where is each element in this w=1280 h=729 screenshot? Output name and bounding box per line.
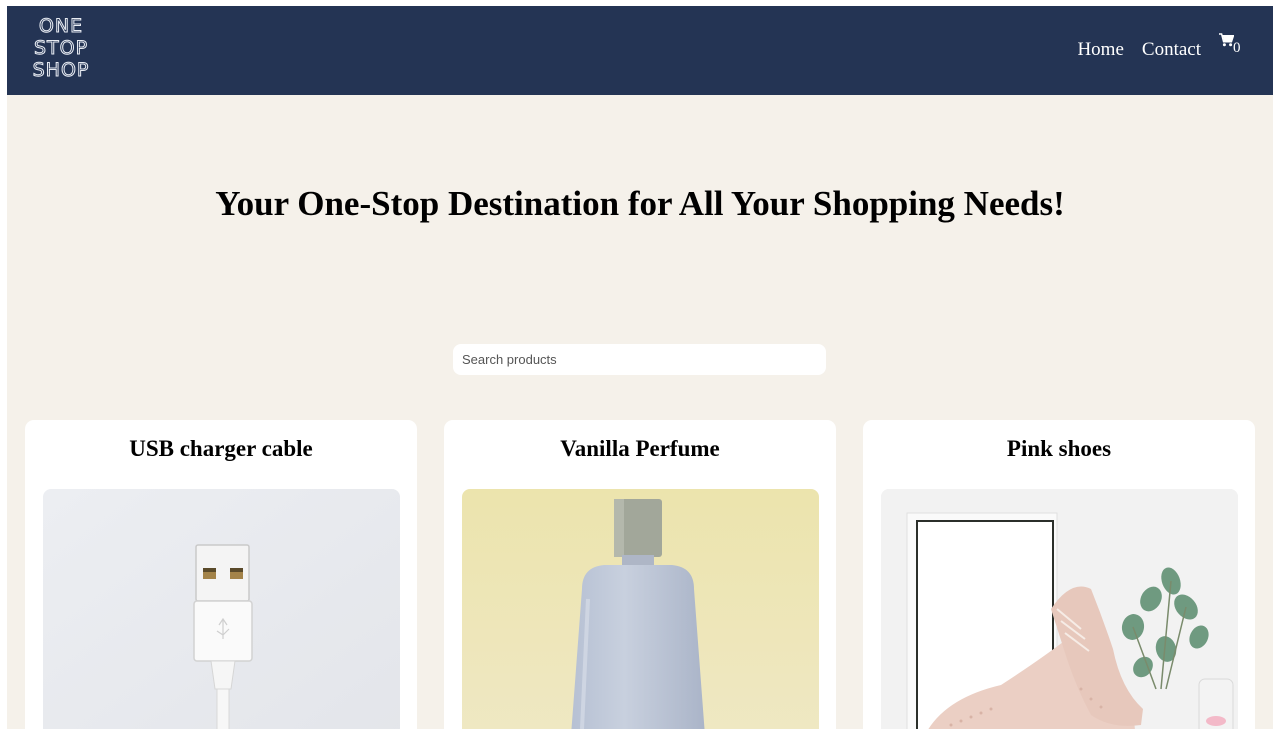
brand-logo[interactable]: ONE STOP SHOP bbox=[29, 15, 93, 82]
logo-line-3: SHOP bbox=[32, 59, 90, 82]
nav-links: Home Contact 0 bbox=[1059, 31, 1241, 69]
logo-line-2: STOP bbox=[33, 37, 89, 60]
usb-cable-photo[interactable] bbox=[43, 489, 400, 729]
navbar: ONE STOP SHOP Home Contact 0 bbox=[7, 6, 1273, 95]
cart-count-badge: 0 bbox=[1233, 40, 1241, 56]
perfume-bottle-photo[interactable] bbox=[462, 489, 819, 729]
product-title: Vanilla Perfume bbox=[560, 436, 720, 461]
hero-title: Your One-Stop Destination for All Your S… bbox=[215, 184, 1065, 223]
product-title: USB charger cable bbox=[129, 436, 313, 461]
page: ONE STOP SHOP Home Contact 0 Your One-St… bbox=[7, 6, 1273, 729]
nav-link-home[interactable]: Home bbox=[1077, 31, 1123, 69]
product-card[interactable]: USB charger cable bbox=[25, 420, 417, 729]
pink-shoes-photo[interactable] bbox=[881, 489, 1238, 729]
cart-button[interactable]: 0 bbox=[1219, 31, 1241, 61]
shopping-cart-icon bbox=[1219, 33, 1234, 47]
nav-link-contact[interactable]: Contact bbox=[1142, 31, 1201, 69]
search-input[interactable] bbox=[453, 344, 826, 375]
product-card[interactable]: Vanilla Perfume bbox=[444, 420, 836, 729]
logo-line-1: ONE bbox=[38, 15, 84, 38]
product-title: Pink shoes bbox=[1006, 436, 1112, 461]
product-card[interactable]: Pink shoes bbox=[863, 420, 1255, 729]
